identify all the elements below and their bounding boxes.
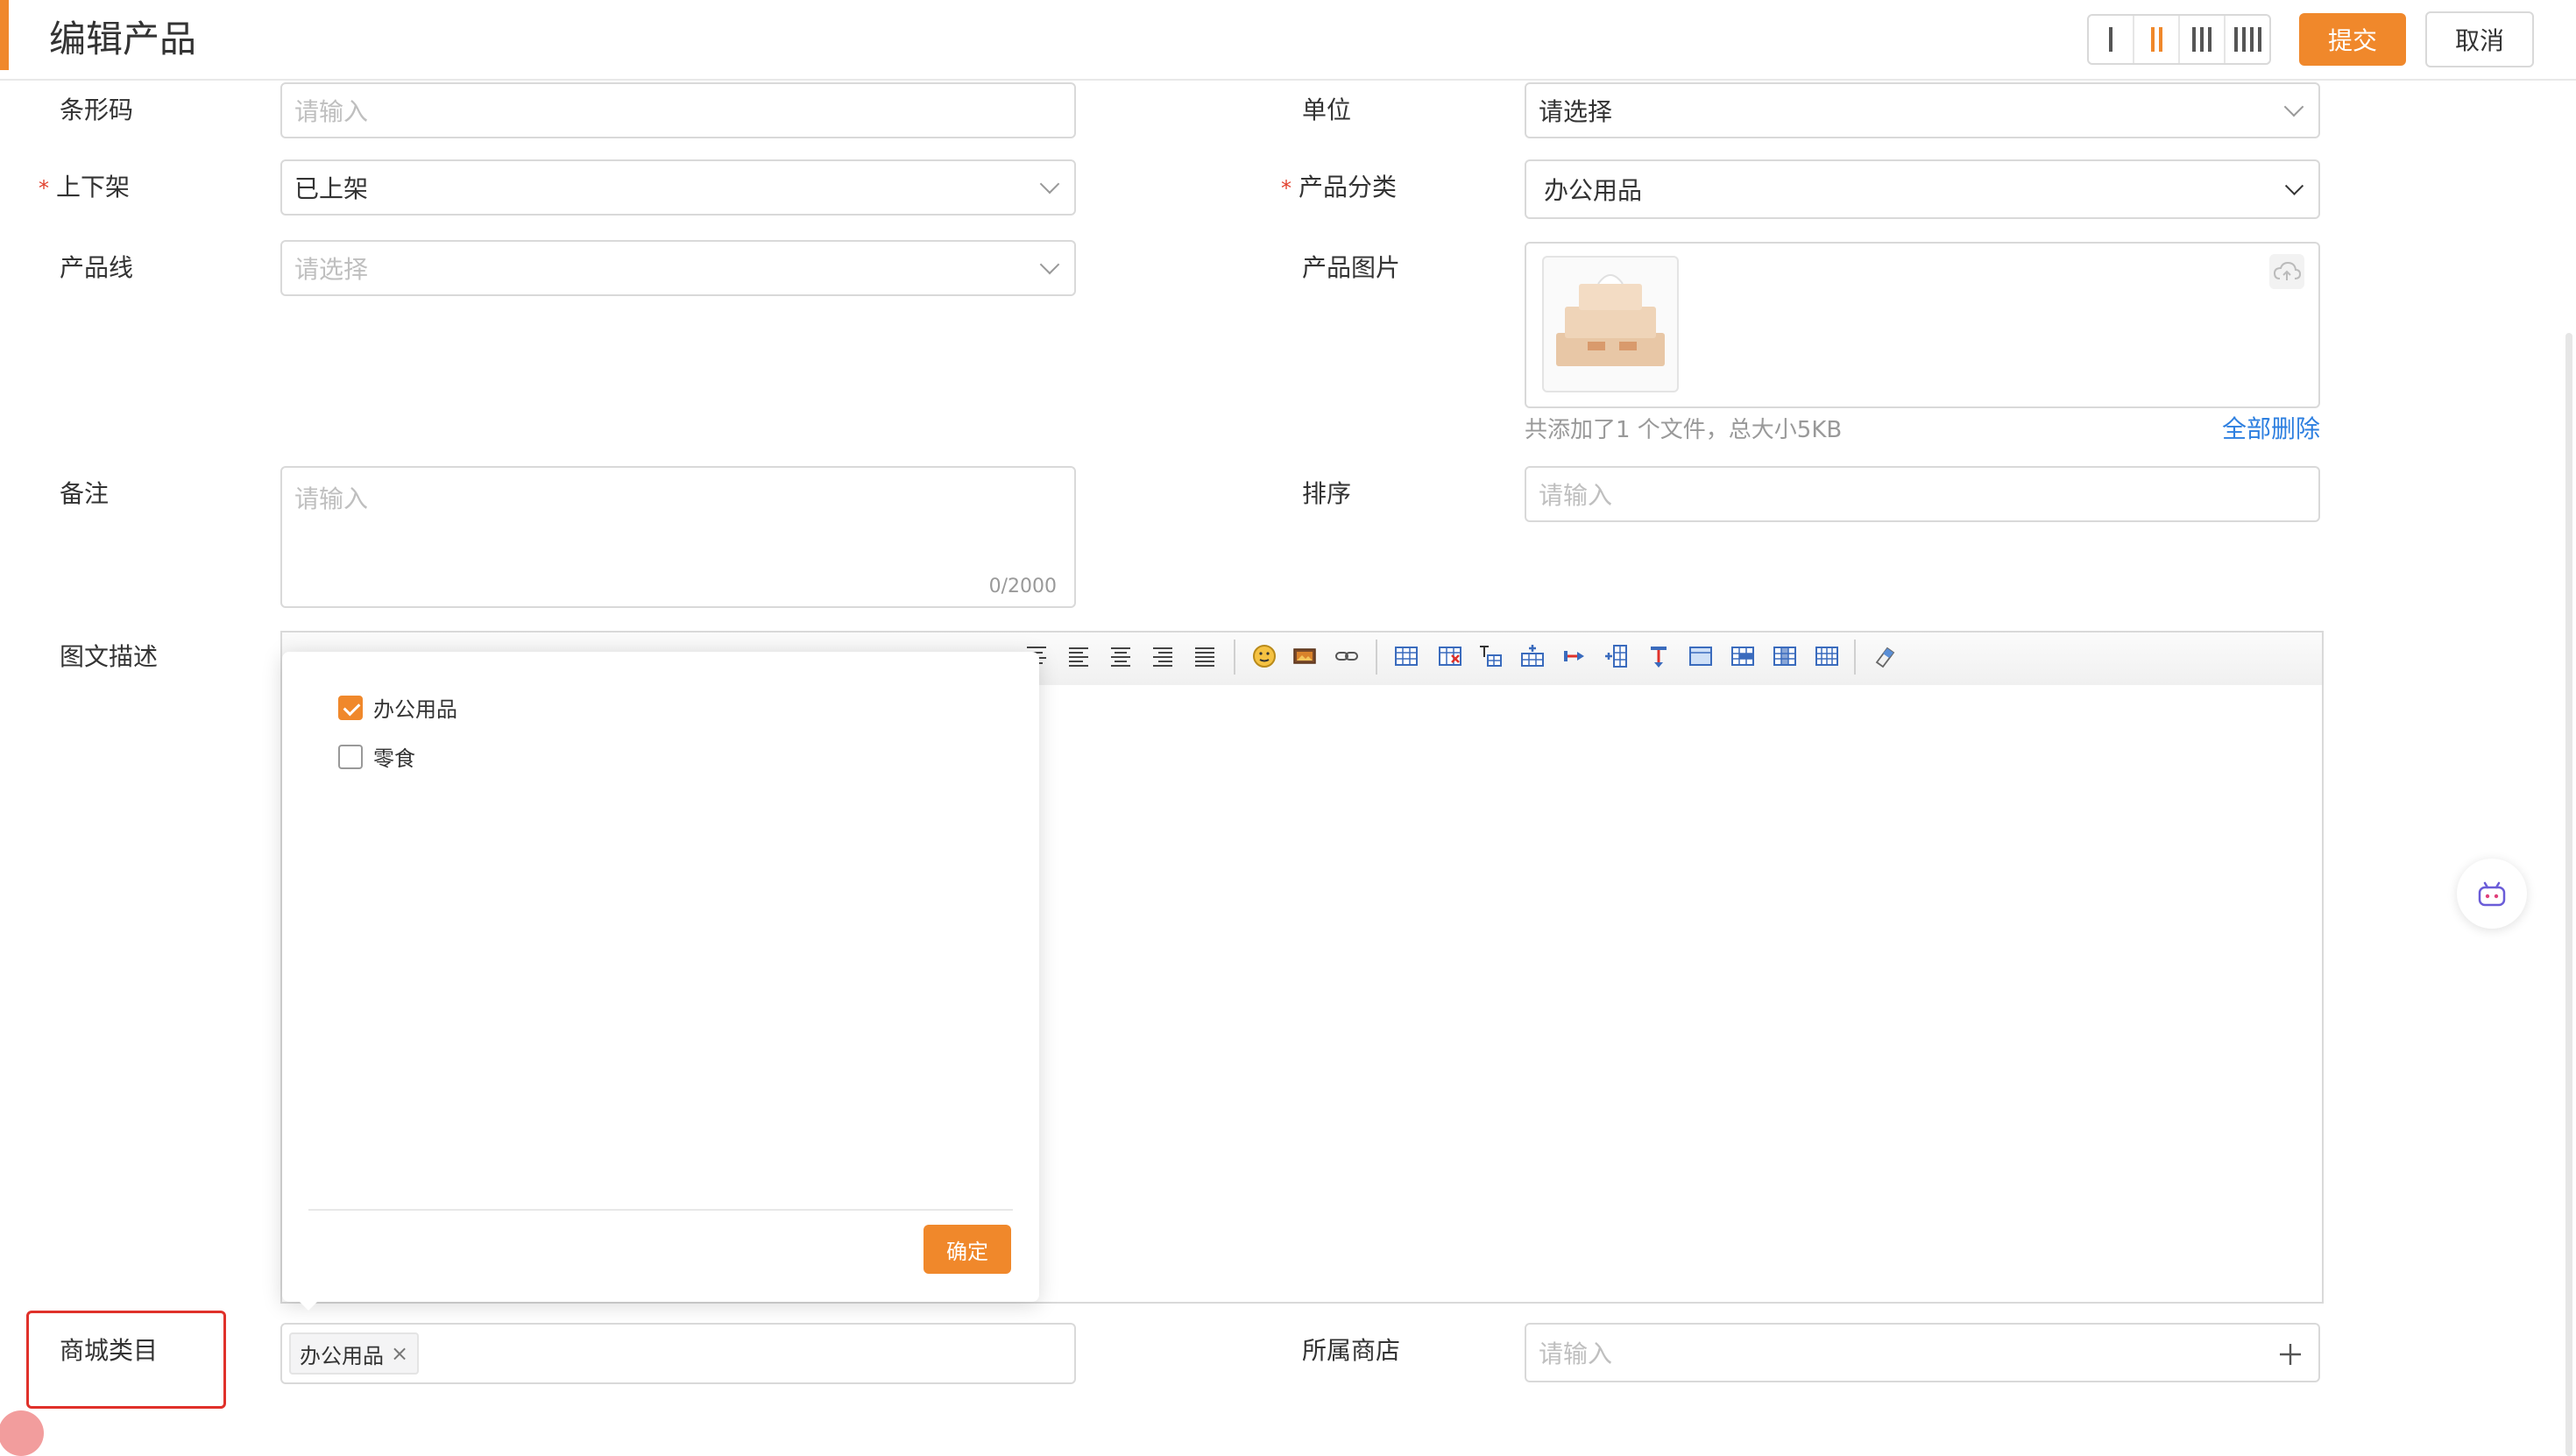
insert-column-icon[interactable] (1603, 643, 1630, 669)
barcode-input[interactable]: 请输入 (280, 82, 1076, 138)
unit-select[interactable]: 请选择 (1525, 82, 2320, 138)
page-scrollbar[interactable] (2565, 333, 2572, 1456)
one-column-icon (2109, 27, 2112, 52)
mall-category-label: 商城类目 (60, 1336, 159, 1365)
product-image-thumbnail[interactable] (1542, 256, 1679, 392)
align-center-icon[interactable] (1108, 643, 1134, 669)
delete-table-icon[interactable] (1437, 643, 1463, 669)
layout-1-column-button[interactable] (2089, 16, 2134, 63)
sort-label: 排序 (1302, 479, 1352, 508)
shelf-status-select[interactable]: 已上架 (280, 159, 1076, 216)
assistant-bot-button[interactable] (2457, 859, 2527, 929)
checkbox-checked[interactable] (338, 695, 363, 720)
product-category-select[interactable]: 办公用品 (1525, 159, 2320, 219)
delete-all-link[interactable]: 全部删除 (2222, 410, 2320, 445)
remark-label: 备注 (60, 479, 110, 508)
upload-summary: 共添加了1 个文件，总大小5KB (1525, 417, 1843, 443)
merge-right-icon[interactable] (1730, 643, 1756, 669)
unit-select-value: 请选择 (1539, 97, 1613, 126)
align-left-icon[interactable] (1065, 643, 1092, 669)
layout-3-column-button[interactable] (2180, 16, 2226, 63)
tissue-box-image (1556, 274, 1665, 366)
remark-textarea[interactable]: 请输入 0/2000 (280, 466, 1076, 608)
insert-row-icon[interactable] (1519, 643, 1546, 669)
chevron-down-icon (2283, 96, 2304, 117)
dropdown-divider (308, 1209, 1013, 1211)
link-icon[interactable] (1334, 643, 1360, 669)
image-icon[interactable] (1292, 643, 1318, 669)
toolbar-separator (1854, 640, 1856, 675)
close-icon[interactable]: × (391, 1341, 408, 1366)
chevron-down-icon (1039, 254, 1060, 275)
plus-icon[interactable] (2278, 1342, 2303, 1367)
three-column-icon (2192, 27, 2212, 52)
category-label: * 产品分类 (1281, 173, 1398, 201)
selected-tag: 办公用品 × (289, 1332, 420, 1375)
option-label: 办公用品 (373, 697, 457, 722)
layout-4-column-button[interactable] (2226, 16, 2269, 63)
product-line-select[interactable]: 请选择 (280, 240, 1076, 296)
barcode-label: 条形码 (60, 95, 134, 124)
mall-category-select[interactable]: 办公用品 × (280, 1323, 1076, 1384)
option-label: 零食 (373, 746, 415, 771)
shelf-status-value: 已上架 (294, 174, 369, 203)
four-column-icon (2233, 27, 2261, 52)
toolbar-separator (1234, 640, 1235, 675)
remark-placeholder: 请输入 (294, 484, 369, 513)
layout-2-column-button[interactable] (2134, 16, 2180, 63)
shelf-label: * 上下架 (39, 173, 131, 201)
cloud-upload-icon[interactable] (2269, 254, 2304, 289)
submit-button[interactable]: 提交 (2299, 13, 2406, 66)
cancel-button[interactable]: 取消 (2425, 11, 2534, 67)
layout-switcher (2087, 14, 2271, 65)
confirm-button[interactable]: 确定 (924, 1225, 1011, 1274)
chevron-down-icon (2284, 176, 2304, 195)
merge-cells-icon[interactable] (1688, 643, 1714, 669)
eraser-icon[interactable] (1872, 643, 1898, 669)
shop-placeholder: 请输入 (1539, 1339, 1613, 1368)
sort-placeholder: 请输入 (1539, 481, 1613, 510)
description-label: 图文描述 (60, 642, 159, 671)
checkbox-unchecked[interactable] (338, 744, 363, 769)
barcode-placeholder: 请输入 (294, 97, 369, 126)
product-category-value: 办公用品 (1544, 176, 1643, 205)
required-marker: * (1281, 176, 1292, 201)
unit-label: 单位 (1302, 95, 1352, 124)
page-title: 编辑产品 (49, 18, 197, 60)
emoticon-icon[interactable] (1251, 643, 1277, 669)
align-right-icon[interactable] (1150, 643, 1176, 669)
dropdown-arrow (298, 1300, 319, 1311)
option-office-supplies[interactable]: 办公用品 (338, 692, 457, 723)
robot-icon (2478, 881, 2506, 907)
product-line-label: 产品线 (60, 253, 134, 282)
toolbar-separator (1376, 640, 1377, 675)
delete-row-icon[interactable] (1561, 643, 1588, 669)
shop-input[interactable]: 请输入 (1525, 1323, 2320, 1382)
title-accent-bar (0, 0, 9, 70)
product-line-placeholder: 请选择 (294, 255, 369, 284)
mall-category-dropdown: 办公用品 零食 确定 (282, 652, 1039, 1302)
required-marker: * (39, 176, 49, 201)
product-image-label: 产品图片 (1302, 253, 1401, 282)
chevron-down-icon (1039, 173, 1060, 194)
char-counter: 0/2000 (988, 576, 1057, 597)
delete-column-icon[interactable] (1645, 643, 1672, 669)
shop-label: 所属商店 (1302, 1336, 1401, 1365)
sort-input[interactable]: 请输入 (1525, 466, 2320, 522)
click-indicator (0, 1410, 44, 1456)
option-snacks[interactable]: 零食 (338, 741, 415, 772)
two-column-icon (2150, 27, 2162, 52)
insert-table-icon[interactable] (1393, 643, 1419, 669)
split-cells-icon[interactable] (1814, 643, 1840, 669)
merge-down-icon[interactable] (1772, 643, 1798, 669)
tag-label: 办公用品 (300, 1343, 384, 1368)
align-justify-icon[interactable] (1192, 643, 1218, 669)
table-caption-icon[interactable] (1477, 643, 1504, 669)
